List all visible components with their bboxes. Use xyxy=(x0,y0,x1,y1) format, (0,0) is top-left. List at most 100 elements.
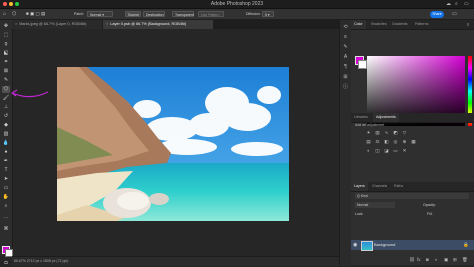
right-panels: Color Swatches Gradients Patterns ≡ Libr… xyxy=(351,20,474,265)
color-panel-tabs: Color Swatches Gradients Patterns ≡ xyxy=(351,20,474,30)
tab-adjustments[interactable]: Adjustments xyxy=(373,113,399,122)
invert-icon[interactable]: ◐ xyxy=(365,148,372,154)
tab-gradients[interactable]: Gradients xyxy=(389,20,411,29)
brightness-icon[interactable]: ☀ xyxy=(365,130,372,136)
path-select-tool-icon[interactable]: ➤ xyxy=(2,176,10,183)
tab-color[interactable]: Color xyxy=(351,20,366,29)
document-image[interactable] xyxy=(57,67,289,221)
patch-mode-select[interactable]: Normal ▾ xyxy=(87,11,113,17)
diffusion-input[interactable]: 5 ▾ xyxy=(262,11,274,17)
gradient-tool-icon[interactable]: ▥ xyxy=(2,131,10,138)
marquee-tool-icon[interactable]: ⬚ xyxy=(2,32,10,39)
tab-layer-0[interactable]: × Layer 0.psb @ 66.7% (Background, RGB/8#… xyxy=(103,20,213,29)
blend-mode-select[interactable]: Normal xyxy=(355,202,395,208)
lock-label: Lock: xyxy=(355,212,364,216)
tab-channels[interactable]: Channels xyxy=(369,182,390,191)
selective-color-icon[interactable]: ✕ xyxy=(401,148,408,154)
frame-tool-icon[interactable]: ⊠ xyxy=(2,68,10,75)
document-tabs: × Marks.jpeg @ 66.7% (Layer 0, RGB/8#) × L… xyxy=(12,20,349,29)
search-icon[interactable]: ⌕ xyxy=(455,0,458,8)
layers-footer: ⛓ fx ◙ ◐ ▣ ⊞ 🗑 xyxy=(351,256,474,265)
curves-icon[interactable]: ∿ xyxy=(383,130,390,136)
layers-panel-tabs: Layers Channels Paths xyxy=(351,182,474,192)
history-brush-tool-icon[interactable]: ↺ xyxy=(2,113,10,120)
rectangle-tool-icon[interactable]: ▭ xyxy=(2,185,10,192)
cloud-icon[interactable]: ☁ xyxy=(446,0,451,8)
zoom-tool-icon[interactable]: ⌕ xyxy=(2,203,10,210)
beach-photo xyxy=(57,67,289,221)
color-balance-icon[interactable]: ⚖ xyxy=(374,139,381,145)
more-tools-icon[interactable]: ⋯ xyxy=(2,215,10,222)
link-layers-icon[interactable]: ⛓ xyxy=(409,257,415,263)
tab-swatches[interactable]: Swatches xyxy=(368,20,390,29)
home-icon[interactable]: ⌂ xyxy=(3,9,6,19)
color-background-swatch[interactable] xyxy=(358,60,367,69)
glyphs-panel-icon[interactable]: ⊞ xyxy=(342,74,349,81)
type-tool-icon[interactable]: T xyxy=(2,167,10,174)
new-layer-icon[interactable]: ⊞ xyxy=(453,257,457,263)
exposure-icon[interactable]: ◩ xyxy=(392,130,399,136)
hand-tool-icon[interactable]: ✋ xyxy=(2,194,10,201)
gradient-map-icon[interactable]: ▭ xyxy=(392,148,399,154)
crop-tool-icon[interactable]: ⌗ xyxy=(2,59,10,66)
eyedropper-tool-icon[interactable]: ✎ xyxy=(2,77,10,84)
destination-button[interactable]: Destination xyxy=(143,11,165,17)
layer-filter-kind[interactable]: Q Kind xyxy=(355,193,469,199)
hue-saturation-icon[interactable]: ▤ xyxy=(365,139,372,145)
tab-marks[interactable]: × Marks.jpeg @ 66.7% (Layer 0, RGB/8#) xyxy=(12,20,102,29)
opacity-label: Opacity: xyxy=(423,203,436,207)
blur-tool-icon[interactable]: 💧 xyxy=(2,140,10,147)
tab-layers[interactable]: Layers xyxy=(351,182,368,191)
photo-filter-icon[interactable]: ◎ xyxy=(392,139,399,145)
trash-icon[interactable]: 🗑 xyxy=(462,257,468,263)
transparent-checkbox[interactable]: Transparent xyxy=(172,11,194,17)
threshold-icon[interactable]: ◪ xyxy=(383,148,390,154)
adjustment-layer-icon[interactable]: ◐ xyxy=(435,257,438,262)
properties-panel-icon[interactable]: ≡ xyxy=(342,34,349,41)
tab-libraries[interactable]: Libraries xyxy=(351,113,371,122)
black-white-icon[interactable]: ◧ xyxy=(383,139,390,145)
object-select-tool-icon[interactable]: ⬕ xyxy=(2,50,10,57)
group-icon[interactable]: ▣ xyxy=(444,257,448,263)
pen-tool-icon[interactable]: ✒ xyxy=(2,158,10,165)
quick-mask-icon[interactable]: ◘ xyxy=(2,260,10,267)
source-button[interactable]: Source xyxy=(125,11,141,17)
tab-patterns[interactable]: Patterns xyxy=(412,20,431,29)
edit-toolbar-icon[interactable]: ⌘ xyxy=(2,226,10,233)
stamp-tool-icon[interactable]: ⊥ xyxy=(2,104,10,111)
dodge-tool-icon[interactable]: ● xyxy=(2,149,10,156)
use-pattern-button[interactable]: Use Pattern xyxy=(198,11,224,17)
workspace-icon[interactable]: ▭ xyxy=(452,9,457,19)
patch-tool-icon[interactable]: ⬡ xyxy=(12,9,16,19)
patch-label: Patch: xyxy=(74,12,84,16)
eraser-tool-icon[interactable]: ◆ xyxy=(2,122,10,129)
lock-icon: 🔒 xyxy=(463,242,469,247)
layer-thumbnail xyxy=(361,241,373,251)
brush-panel-icon[interactable]: ✎ xyxy=(342,44,349,51)
visibility-eye-icon[interactable]: ◉ xyxy=(353,240,357,250)
annotation-arrow-icon xyxy=(11,89,49,98)
color-lookup-icon[interactable]: ▦ xyxy=(410,139,417,145)
lasso-tool-icon[interactable]: ϙ xyxy=(2,41,10,48)
tab-paths[interactable]: Paths xyxy=(391,182,406,191)
levels-icon[interactable]: ▥ xyxy=(374,130,381,136)
move-tool-icon[interactable]: ✥ xyxy=(2,23,10,30)
paragraph-panel-icon[interactable]: ¶ xyxy=(342,64,349,71)
selection-mode-icons[interactable]: ■ ▣ ▢ ▤ xyxy=(26,9,45,19)
title-bar: Adobe Photoshop 2023 ☁ ⌕ ▭ xyxy=(0,0,474,9)
history-panel-icon[interactable]: ⟲ xyxy=(342,24,349,31)
diffusion-label: Diffusion: xyxy=(246,12,261,16)
posterize-icon[interactable]: ◫ xyxy=(374,148,381,154)
panel-menu-icon[interactable]: ≡ xyxy=(467,20,469,29)
character-panel-icon[interactable]: A xyxy=(342,54,349,61)
layer-row[interactable]: ◉ Background 🔒 xyxy=(351,240,474,251)
mask-icon[interactable]: ◙ xyxy=(426,257,429,262)
adjustments-panel-tabs: Libraries Adjustments xyxy=(351,113,474,123)
info-panel-icon[interactable]: ⓘ xyxy=(342,84,349,91)
fx-icon[interactable]: fx xyxy=(417,257,421,262)
layout-icon[interactable]: ▭ xyxy=(464,0,469,8)
fill-label: Fill: xyxy=(427,212,433,216)
vibrance-icon[interactable]: ▽ xyxy=(401,130,408,136)
share-button[interactable]: Share xyxy=(430,10,444,18)
channel-mixer-icon[interactable]: ⊕ xyxy=(401,139,408,145)
